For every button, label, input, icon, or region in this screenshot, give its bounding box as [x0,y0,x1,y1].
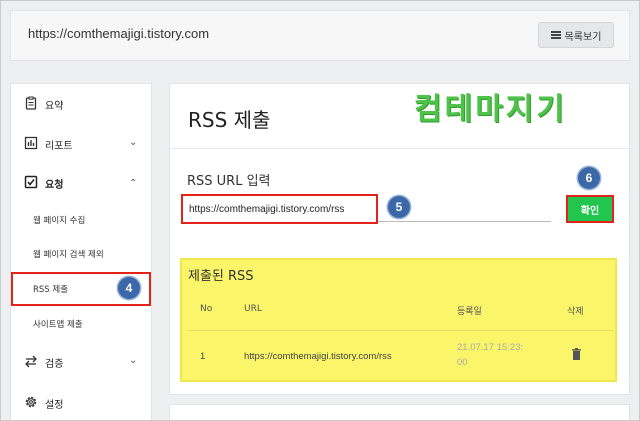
sidebar-item-settings[interactable]: 설정 [11,395,151,411]
column-header-delete: 삭제 [567,307,584,317]
checkbox-icon [24,175,38,189]
sidebar-subitem-web-exclude[interactable]: 웹 페이지 검색 제외 [33,248,104,260]
step-badge-4: 4 [118,277,140,299]
sidebar-item-label: 요청 [45,180,64,191]
list-view-label: 목록보기 [564,31,602,43]
row-date-line1: 21.07.17 15:23: [457,342,524,353]
row-no: 1 [200,351,206,362]
sidebar-item-label: 검증 [45,359,64,370]
column-header-date: 등록일 [457,307,482,317]
site-url: https://comthemajigi.tistory.com [28,26,210,41]
gear-icon [25,396,37,408]
clipboard-icon [25,96,37,110]
sidebar-subitem-sitemap-submit[interactable]: 사이트맵 제출 [33,318,83,330]
page-title: RSS 제출 [188,108,271,132]
list-view-button[interactable]: 목록보기 [538,22,614,48]
site-url-bar: https://comthemajigi.tistory.com 목록보기 [10,10,630,61]
submitted-rss-section: 제출된 RSS No URL 등록일 삭제 1 https://comthema… [180,258,617,382]
column-header-url: URL [244,304,262,314]
divider [170,148,629,149]
sidebar-item-summary[interactable]: 요약 [11,96,151,112]
chevron-down-icon: ⌄ [129,137,138,148]
brand-logo: 컴테마지기 [414,92,567,127]
sidebar: 요약 리포트 ⌄ 요청 ⌃ 웹 페이지 수집 웹 페이지 검색 제외 RSS 제… [10,83,152,421]
row-divider [188,330,613,331]
sidebar-item-label: 요약 [45,101,64,112]
swap-arrows-icon [25,355,37,368]
step-badge-6: 6 [578,167,600,189]
sidebar-item-request[interactable]: 요청 ⌃ [11,175,151,191]
list-icon [550,31,561,39]
trash-icon[interactable] [572,348,581,360]
row-url: https://comthemajigi.tistory.com/rss [244,351,392,362]
sidebar-item-report[interactable]: 리포트 ⌄ [11,136,151,152]
sidebar-item-label: 리포트 [45,141,73,152]
rss-url-label: RSS URL 입력 [187,174,271,189]
confirm-button[interactable]: 확인 [566,195,614,223]
main-panel: RSS 제출 컴테마지기 RSS URL 입력 https://comthema… [169,83,630,395]
rss-url-input[interactable]: https://comthemajigi.tistory.com/rss [181,194,378,224]
step-badge-5: 5 [388,196,410,218]
row-date-line2: 00 [457,357,468,368]
chevron-up-icon: ⌃ [129,178,138,189]
column-header-no: No [200,304,213,314]
sidebar-item-verify[interactable]: 검증 ⌄ [11,354,151,370]
chevron-down-icon: ⌄ [129,355,138,366]
bar-chart-icon [24,136,38,150]
submitted-rss-title: 제출된 RSS [188,269,254,284]
sidebar-subitem-web-collect[interactable]: 웹 페이지 수집 [33,214,85,226]
bottom-card [169,404,630,421]
sidebar-item-label: 설정 [45,400,64,411]
